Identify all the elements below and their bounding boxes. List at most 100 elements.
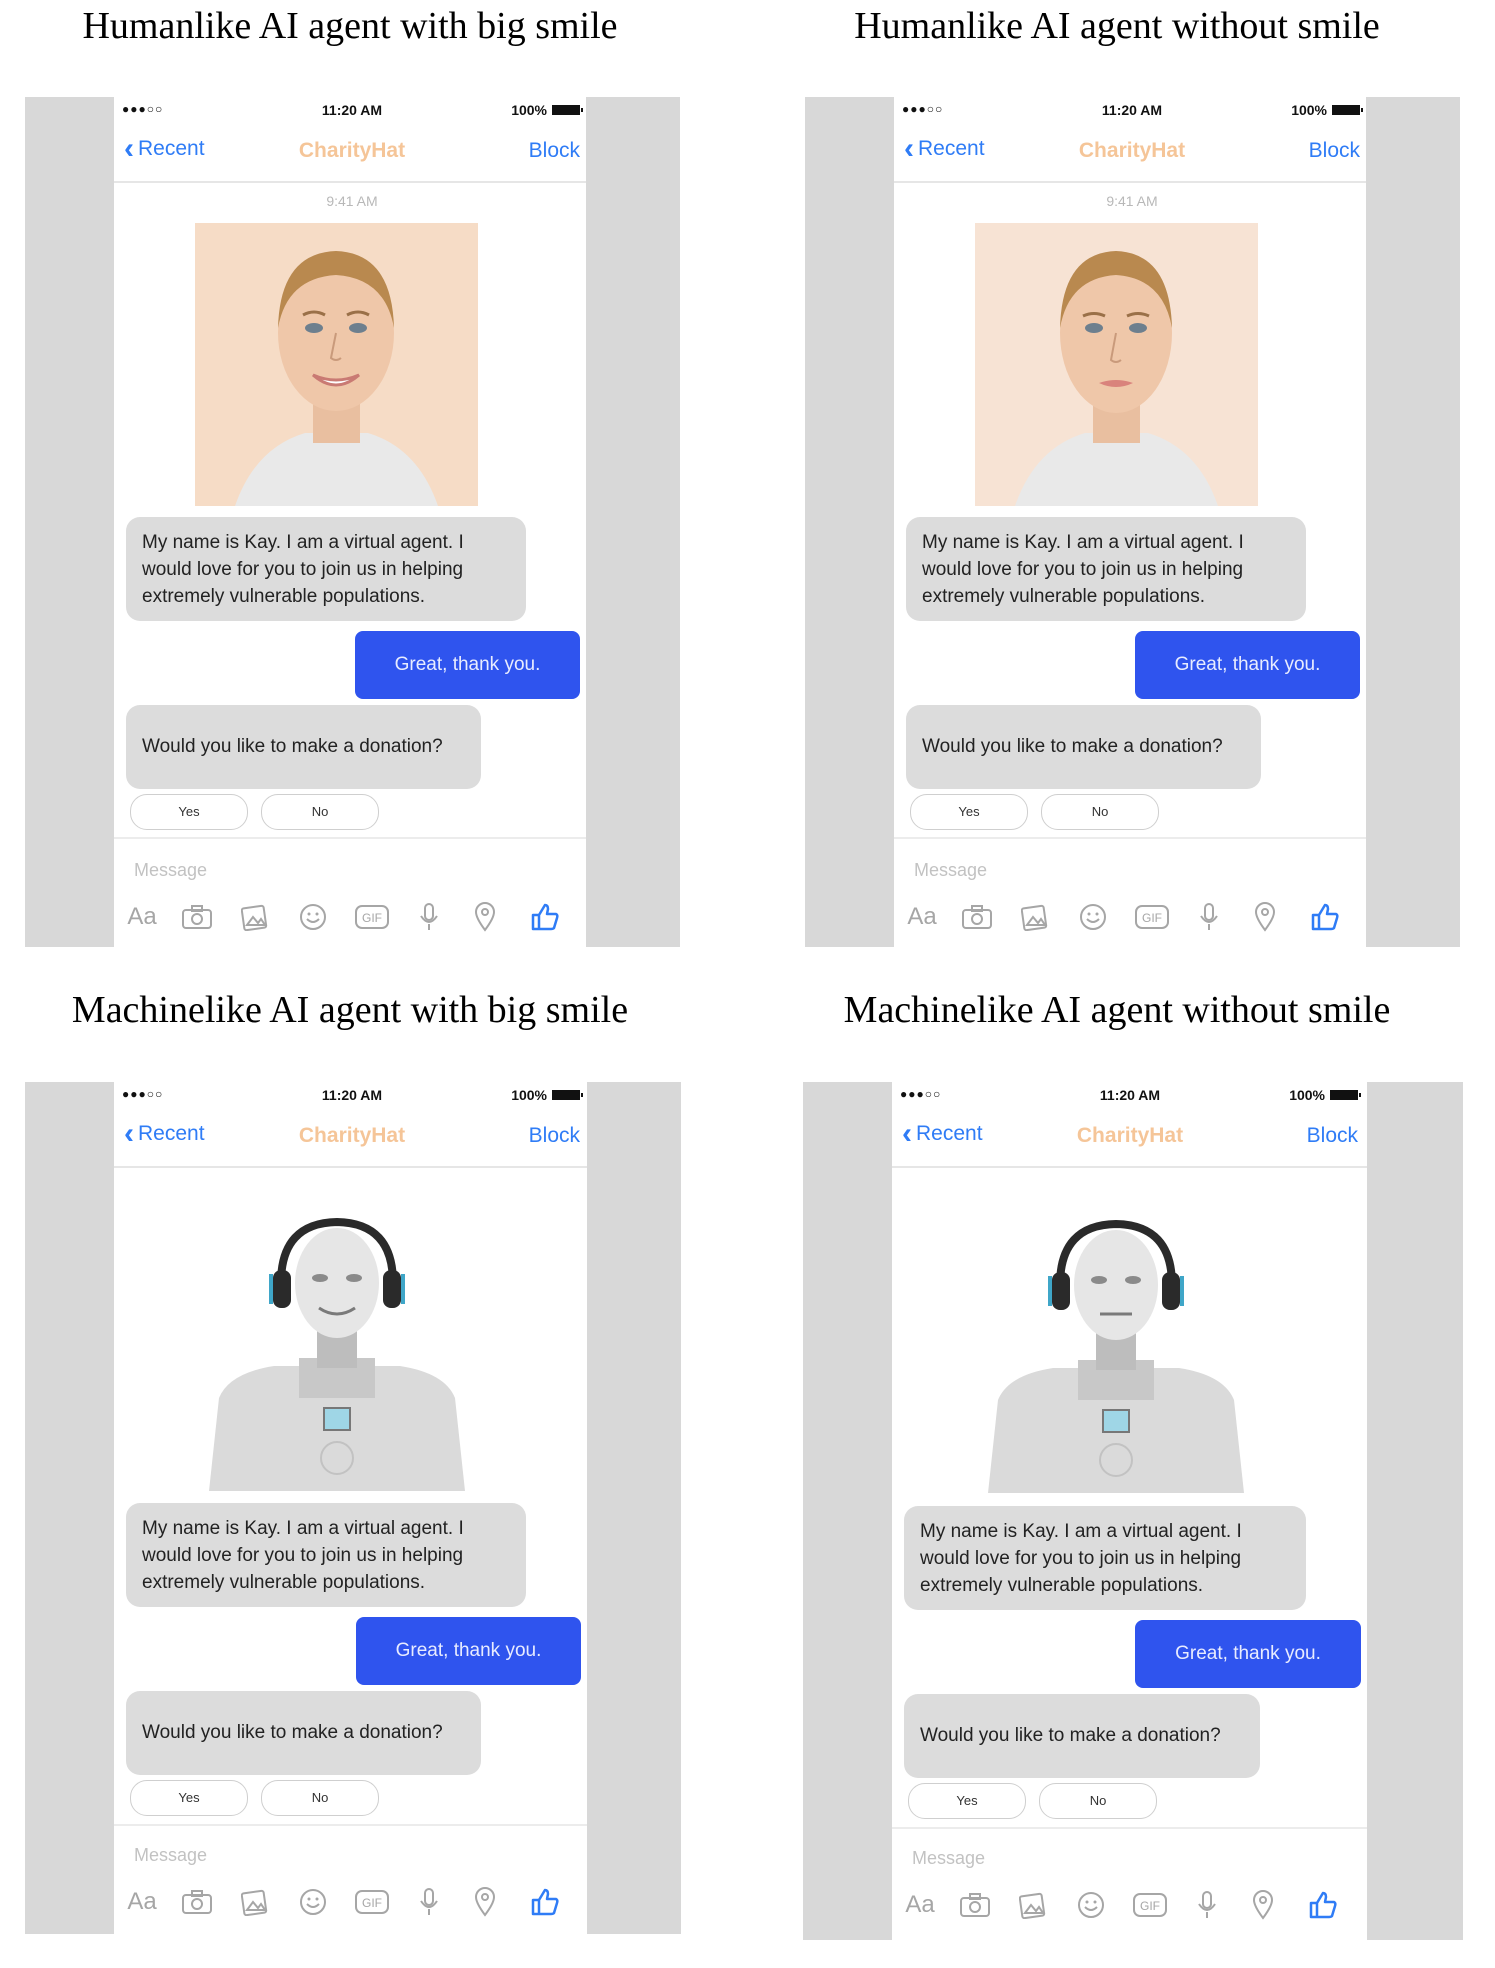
quick-reply-yes[interactable]: Yes (908, 1783, 1026, 1819)
nav-bar: ‹ Recent CharityHat Block (114, 125, 586, 183)
message-input[interactable]: Message (134, 1845, 207, 1866)
composer-divider (894, 837, 1366, 839)
battery-percent: 100% (1291, 102, 1327, 118)
status-bar: ●●●○○ 11:20 AM 100% (894, 97, 1366, 125)
quick-reply-no[interactable]: No (261, 1780, 379, 1816)
thumbs-up-icon[interactable] (528, 1882, 562, 1922)
phone-screen: ●●●○○ 11:20 AM 100% ‹ Recent CharityHat B… (892, 1082, 1367, 1940)
agent-avatar-robot-neutral (968, 1210, 1264, 1493)
block-button[interactable]: Block (1309, 139, 1360, 163)
panel-title: Machinelike AI agent with big smile (71, 989, 629, 1031)
nav-bar: ‹ Recent CharityHat Block (114, 1110, 587, 1168)
user-message-reply: Great, thank you. (356, 1617, 581, 1685)
location-icon[interactable] (470, 897, 500, 937)
location-icon[interactable] (1250, 897, 1280, 937)
conversation-title: CharityHat (1076, 1124, 1184, 1147)
thumbs-up-icon[interactable] (1308, 897, 1342, 937)
photo-icon[interactable] (1016, 1885, 1050, 1925)
microphone-icon[interactable] (1194, 897, 1224, 937)
nav-bar: ‹ Recent CharityHat Block (894, 125, 1366, 183)
phone-screen: ●●●○○ 11:20 AM 100% ‹ Recent CharityHat B… (114, 1082, 587, 1937)
emoji-icon[interactable] (1076, 897, 1110, 937)
agent-message-intro: My name is Kay. I am a virtual agent. I … (126, 1503, 526, 1607)
status-bar: ●●●○○ 11:20 AM 100% (114, 97, 586, 125)
thumbs-up-icon[interactable] (1306, 1885, 1340, 1925)
emoji-icon[interactable] (296, 897, 330, 937)
block-button[interactable]: Block (529, 1124, 580, 1148)
quick-reply-yes[interactable]: Yes (130, 794, 248, 830)
conversation-title: CharityHat (1078, 139, 1186, 162)
conversation-title: CharityHat (298, 1124, 406, 1147)
text-format-button[interactable]: Aa (904, 897, 940, 937)
panel-humanlike-neutral: Humanlike AI agent without smile ●●●○○ 1… (747, 0, 1495, 984)
screenshot-frame: ●●●○○ 11:20 AM 100% ‹ Recent CharityHat B… (25, 1082, 681, 1937)
gif-label: GIF (362, 911, 382, 925)
panel-humanlike-smile: Humanlike AI agent with big smile ●●●○○ … (0, 0, 747, 984)
panel-title: Humanlike AI agent without smile (854, 5, 1380, 47)
camera-icon[interactable] (958, 1885, 992, 1925)
composer-divider (892, 1827, 1367, 1829)
message-input[interactable]: Message (914, 860, 987, 881)
battery-percent: 100% (511, 1087, 547, 1103)
screenshot-frame: ●●●○○ 11:20 AM 100% ‹ Recent CharityHat B… (803, 1082, 1463, 1940)
agent-message-question: Would you like to make a donation? (906, 705, 1261, 789)
user-message-reply: Great, thank you. (1135, 631, 1360, 699)
composer-toolbar: Aa GIF (124, 1882, 580, 1922)
text-format-button[interactable]: Aa (124, 1882, 160, 1922)
block-button[interactable]: Block (529, 139, 580, 163)
quick-reply-no[interactable]: No (1039, 1783, 1157, 1819)
battery-percent: 100% (511, 102, 547, 118)
screenshot-frame: ●●●○○ 11:20 AM 100% ‹ Recent CharityHat B… (25, 97, 680, 952)
message-input[interactable]: Message (134, 860, 207, 881)
gif-icon[interactable]: GIF (1130, 1885, 1170, 1925)
gif-icon[interactable]: GIF (1132, 897, 1172, 937)
agent-message-intro: My name is Kay. I am a virtual agent. I … (126, 517, 526, 621)
quick-reply-yes[interactable]: Yes (910, 794, 1028, 830)
nav-bar: ‹ Recent CharityHat Block (892, 1110, 1367, 1168)
emoji-icon[interactable] (296, 1882, 330, 1922)
camera-icon[interactable] (960, 897, 994, 937)
text-format-button[interactable]: Aa (902, 1885, 938, 1925)
location-icon[interactable] (470, 1882, 500, 1922)
screenshot-frame: ●●●○○ 11:20 AM 100% ‹ Recent CharityHat B… (805, 97, 1460, 952)
quick-reply-no[interactable]: No (261, 794, 379, 830)
camera-icon[interactable] (180, 1882, 214, 1922)
photo-icon[interactable] (1018, 897, 1052, 937)
microphone-icon[interactable] (414, 1882, 444, 1922)
photo-icon[interactable] (238, 897, 272, 937)
battery-icon (1332, 105, 1363, 115)
battery-indicator: 100% (1289, 1087, 1361, 1103)
agent-avatar-human-smiling (195, 223, 478, 506)
battery-icon (552, 1090, 583, 1100)
microphone-icon[interactable] (1192, 1885, 1222, 1925)
gif-label: GIF (1142, 911, 1162, 925)
panel-title: Humanlike AI agent with big smile (82, 5, 618, 47)
agent-avatar-robot-smiling (189, 1208, 485, 1491)
agent-avatar-human-neutral (975, 223, 1258, 506)
composer-toolbar: Aa GIF (904, 897, 1360, 937)
phone-screen: ●●●○○ 11:20 AM 100% ‹ Recent CharityHat B… (114, 97, 586, 952)
phone-screen: ●●●○○ 11:20 AM 100% ‹ Recent CharityHat B… (894, 97, 1366, 952)
composer-toolbar: Aa GIF (902, 1885, 1358, 1925)
gif-icon[interactable]: GIF (352, 1882, 392, 1922)
thumbs-up-icon[interactable] (528, 897, 562, 937)
gif-icon[interactable]: GIF (352, 897, 392, 937)
agent-message-intro: My name is Kay. I am a virtual agent. I … (904, 1506, 1306, 1610)
composer-toolbar: Aa GIF (124, 897, 580, 937)
microphone-icon[interactable] (414, 897, 444, 937)
photo-icon[interactable] (238, 1882, 272, 1922)
emoji-icon[interactable] (1074, 1885, 1108, 1925)
location-icon[interactable] (1248, 1885, 1278, 1925)
composer-divider (114, 837, 586, 839)
block-button[interactable]: Block (1307, 1124, 1358, 1148)
quick-reply-yes[interactable]: Yes (130, 1780, 248, 1816)
battery-percent: 100% (1289, 1087, 1325, 1103)
quick-reply-no[interactable]: No (1041, 794, 1159, 830)
text-format-button[interactable]: Aa (124, 897, 160, 937)
camera-icon[interactable] (180, 897, 214, 937)
agent-message-question: Would you like to make a donation? (126, 705, 481, 789)
message-input[interactable]: Message (912, 1848, 985, 1869)
agent-message-question: Would you like to make a donation? (126, 1691, 481, 1775)
message-timestamp: 9:41 AM (326, 193, 378, 209)
status-bar: ●●●○○ 11:20 AM 100% (892, 1082, 1367, 1110)
